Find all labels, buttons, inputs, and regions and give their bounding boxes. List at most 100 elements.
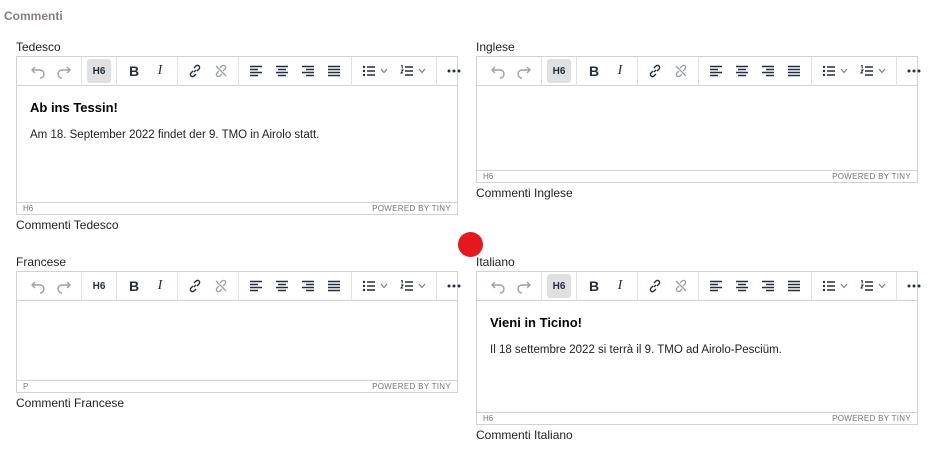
- link-icon: [189, 64, 201, 78]
- align-center-button[interactable]: [730, 59, 754, 83]
- element-path[interactable]: H6: [483, 172, 493, 181]
- bold-button[interactable]: B: [582, 274, 606, 298]
- history-group: [21, 56, 82, 86]
- more-icon: [907, 284, 921, 288]
- numbered-list-icon: [860, 65, 873, 76]
- link-button[interactable]: [643, 274, 667, 298]
- align-center-button[interactable]: [270, 274, 294, 298]
- align-justify-icon: [328, 280, 340, 292]
- undo-button[interactable]: [26, 59, 50, 83]
- align-left-button[interactable]: [244, 59, 268, 83]
- align-justify-button[interactable]: [322, 59, 346, 83]
- numbered-list-button[interactable]: [395, 59, 431, 83]
- undo-button[interactable]: [486, 59, 510, 83]
- align-right-button[interactable]: [756, 274, 780, 298]
- element-path[interactable]: P: [23, 382, 28, 391]
- editor-content[interactable]: [477, 86, 917, 170]
- link-icon: [189, 279, 201, 293]
- editor-content[interactable]: [17, 301, 457, 380]
- numbered-list-icon: [860, 280, 873, 291]
- bullet-list-button[interactable]: [357, 59, 393, 83]
- powered-by-link[interactable]: POWERED BY TINY: [372, 382, 451, 391]
- numbered-list-button[interactable]: [855, 274, 891, 298]
- align-right-button[interactable]: [296, 59, 320, 83]
- align-right-button[interactable]: [296, 274, 320, 298]
- undo-button[interactable]: [26, 274, 50, 298]
- history-group: [481, 56, 542, 86]
- align-left-icon: [710, 65, 722, 77]
- more-group: [437, 272, 471, 301]
- field-label: Francese: [16, 255, 67, 269]
- unlink-button[interactable]: [209, 274, 233, 298]
- editor-content[interactable]: Ab ins Tessin! Am 18. September 2022 fin…: [17, 86, 457, 202]
- align-justify-button[interactable]: [782, 59, 806, 83]
- status-bar: P POWERED BY TINY: [17, 380, 457, 392]
- align-justify-button[interactable]: [782, 274, 806, 298]
- style-group: B I: [117, 56, 178, 86]
- redo-button[interactable]: [52, 274, 76, 298]
- italic-button[interactable]: I: [608, 274, 632, 298]
- redo-button[interactable]: [512, 274, 536, 298]
- align-center-button[interactable]: [270, 59, 294, 83]
- undo-icon: [491, 66, 505, 79]
- italic-button[interactable]: I: [608, 59, 632, 83]
- bullet-list-button[interactable]: [357, 274, 393, 298]
- align-center-icon: [736, 65, 748, 77]
- field-inglese: Inglese H6 B I H6 POWERED BY TINY Commen…: [476, 40, 921, 200]
- element-path[interactable]: H6: [23, 204, 33, 213]
- field-italiano: Italiano H6 B I Vieni in Ticino! Il 18 s…: [476, 255, 921, 442]
- more-button[interactable]: [902, 274, 926, 298]
- align-left-button[interactable]: [244, 274, 268, 298]
- unlink-button[interactable]: [209, 59, 233, 83]
- element-path[interactable]: H6: [483, 414, 493, 423]
- h6-button[interactable]: H6: [87, 274, 111, 298]
- more-button[interactable]: [902, 59, 926, 83]
- link-button[interactable]: [643, 59, 667, 83]
- align-right-button[interactable]: [756, 59, 780, 83]
- numbered-list-button[interactable]: [395, 274, 431, 298]
- italic-button[interactable]: I: [148, 274, 172, 298]
- link-button[interactable]: [183, 274, 207, 298]
- h6-button[interactable]: H6: [87, 59, 111, 83]
- h6-button[interactable]: H6: [547, 274, 571, 298]
- align-left-button[interactable]: [704, 274, 728, 298]
- align-center-icon: [736, 280, 748, 292]
- chevron-down-icon: [380, 68, 388, 74]
- powered-by-link[interactable]: POWERED BY TINY: [832, 414, 911, 423]
- numbered-list-button[interactable]: [855, 59, 891, 83]
- link-button[interactable]: [183, 59, 207, 83]
- unlink-button[interactable]: [669, 59, 693, 83]
- align-justify-button[interactable]: [322, 274, 346, 298]
- bullet-list-button[interactable]: [817, 59, 853, 83]
- more-group: [897, 57, 931, 86]
- editor-toolbar: H6 B I: [17, 271, 461, 301]
- align-group: [699, 56, 812, 86]
- numbered-list-icon: [400, 280, 413, 291]
- h6-button[interactable]: H6: [547, 59, 571, 83]
- powered-by-link[interactable]: POWERED BY TINY: [372, 204, 451, 213]
- bold-button[interactable]: B: [122, 59, 146, 83]
- powered-by-link[interactable]: POWERED BY TINY: [832, 172, 911, 181]
- link-group: [638, 271, 699, 301]
- more-button[interactable]: [442, 274, 466, 298]
- redo-button[interactable]: [52, 59, 76, 83]
- bullet-list-button[interactable]: [817, 274, 853, 298]
- editor-content[interactable]: Vieni in Ticino! Il 18 settembre 2022 si…: [477, 301, 917, 412]
- more-button[interactable]: [442, 59, 466, 83]
- bold-button[interactable]: B: [122, 274, 146, 298]
- italic-button[interactable]: I: [148, 59, 172, 83]
- align-left-button[interactable]: [704, 59, 728, 83]
- content-heading: Vieni in Ticino!: [490, 315, 582, 330]
- align-center-button[interactable]: [730, 274, 754, 298]
- undo-button[interactable]: [486, 274, 510, 298]
- bold-button[interactable]: B: [582, 59, 606, 83]
- field-label: Italiano: [476, 255, 515, 269]
- redo-button[interactable]: [512, 59, 536, 83]
- history-group: [21, 271, 82, 301]
- chevron-down-icon: [380, 283, 388, 289]
- undo-icon: [31, 66, 45, 79]
- align-justify-icon: [788, 65, 800, 77]
- align-right-icon: [302, 65, 314, 77]
- rich-text-editor: H6 B I: [16, 56, 461, 215]
- unlink-button[interactable]: [669, 274, 693, 298]
